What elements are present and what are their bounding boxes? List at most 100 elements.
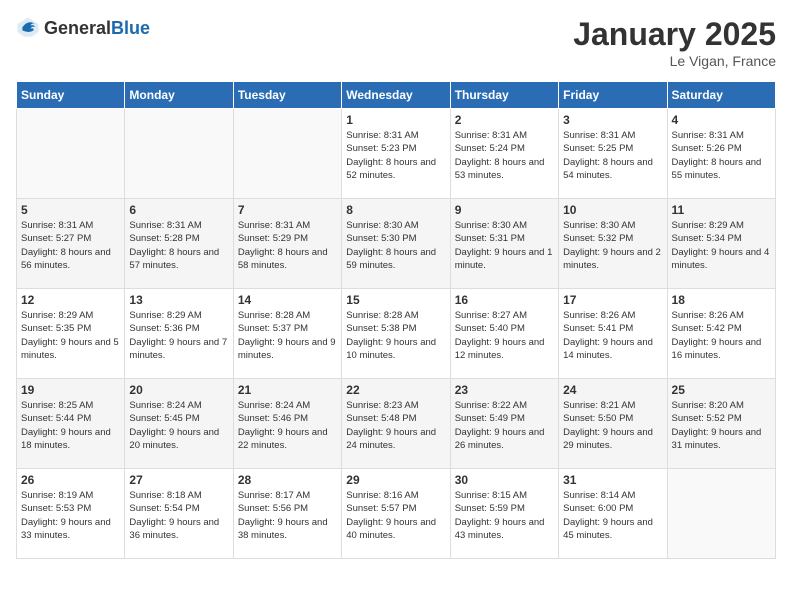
- calendar-cell: 24Sunrise: 8:21 AM Sunset: 5:50 PM Dayli…: [559, 379, 667, 469]
- calendar-cell: 9Sunrise: 8:30 AM Sunset: 5:31 PM Daylig…: [450, 199, 558, 289]
- calendar-cell: 4 Sunrise: 8:31 AM Sunset: 5:26 PM Daylig…: [667, 109, 775, 199]
- day-number: 8: [346, 203, 445, 217]
- calendar-table: SundayMondayTuesdayWednesdayThursdayFrid…: [16, 81, 776, 559]
- logo: GeneralBlue: [16, 16, 150, 40]
- day-number: 11: [672, 203, 771, 217]
- calendar-cell: 14 Sunrise: 8:28 AM Sunset: 5:37 PM Dayli…: [233, 289, 341, 379]
- day-number: 17: [563, 293, 662, 307]
- day-info: Sunrise: 8:19 AM Sunset: 5:53 PM Dayligh…: [21, 489, 120, 542]
- day-info: Sunrise: 8:17 AM Sunset: 5:56 PM Dayligh…: [238, 489, 337, 542]
- calendar-cell: 16 Sunrise: 8:27 AM Sunset: 5:40 PM Dayli…: [450, 289, 558, 379]
- day-number: 16: [455, 293, 554, 307]
- calendar-cell: [667, 469, 775, 559]
- calendar-cell: 2Sunrise: 8:31 AM Sunset: 5:24 PM Daylig…: [450, 109, 558, 199]
- day-number: 7: [238, 203, 337, 217]
- day-info: Sunrise: 8:18 AM Sunset: 5:54 PM Dayligh…: [129, 489, 228, 542]
- day-number: 19: [21, 383, 120, 397]
- day-number: 10: [563, 203, 662, 217]
- logo-general-text: General: [44, 18, 111, 38]
- day-number: 22: [346, 383, 445, 397]
- day-header: Monday: [125, 82, 233, 109]
- calendar-cell: 23 Sunrise: 8:22 AM Sunset: 5:49 PM Dayli…: [450, 379, 558, 469]
- day-number: 20: [129, 383, 228, 397]
- day-number: 30: [455, 473, 554, 487]
- calendar-cell: 3 Sunrise: 8:31 AM Sunset: 5:25 PM Daylig…: [559, 109, 667, 199]
- calendar-title: January 2025: [573, 16, 776, 53]
- day-number: 9: [455, 203, 554, 217]
- day-number: 29: [346, 473, 445, 487]
- day-header: Saturday: [667, 82, 775, 109]
- day-info: Sunrise: 8:16 AM Sunset: 5:57 PM Dayligh…: [346, 489, 445, 542]
- day-number: 25: [672, 383, 771, 397]
- day-info: Sunrise: 8:30 AM Sunset: 5:30 PM Dayligh…: [346, 219, 445, 272]
- day-info: Sunrise: 8:28 AM Sunset: 5:37 PM Dayligh…: [238, 309, 337, 362]
- day-info: Sunrise: 8:30 AM Sunset: 5:32 PM Dayligh…: [563, 219, 662, 272]
- calendar-cell: 13 Sunrise: 8:29 AM Sunset: 5:36 PM Dayli…: [125, 289, 233, 379]
- day-number: 15: [346, 293, 445, 307]
- day-info: Sunrise: 8:31 AM Sunset: 5:27 PM Dayligh…: [21, 219, 120, 272]
- day-number: 21: [238, 383, 337, 397]
- calendar-cell: 10 Sunrise: 8:30 AM Sunset: 5:32 PM Dayli…: [559, 199, 667, 289]
- calendar-cell: 12Sunrise: 8:29 AM Sunset: 5:35 PM Dayli…: [17, 289, 125, 379]
- day-info: Sunrise: 8:15 AM Sunset: 5:59 PM Dayligh…: [455, 489, 554, 542]
- day-info: Sunrise: 8:31 AM Sunset: 5:29 PM Dayligh…: [238, 219, 337, 272]
- calendar-cell: 27Sunrise: 8:18 AM Sunset: 5:54 PM Dayli…: [125, 469, 233, 559]
- day-number: 5: [21, 203, 120, 217]
- calendar-cell: 28 Sunrise: 8:17 AM Sunset: 5:56 PM Dayli…: [233, 469, 341, 559]
- day-info: Sunrise: 8:26 AM Sunset: 5:42 PM Dayligh…: [672, 309, 771, 362]
- day-number: 18: [672, 293, 771, 307]
- day-number: 3: [563, 113, 662, 127]
- day-info: Sunrise: 8:25 AM Sunset: 5:44 PM Dayligh…: [21, 399, 120, 452]
- calendar-cell: [17, 109, 125, 199]
- calendar-week-row: 19 Sunrise: 8:25 AM Sunset: 5:44 PM Dayli…: [17, 379, 776, 469]
- day-number: 1: [346, 113, 445, 127]
- day-number: 6: [129, 203, 228, 217]
- calendar-week-row: 12Sunrise: 8:29 AM Sunset: 5:35 PM Dayli…: [17, 289, 776, 379]
- day-info: Sunrise: 8:29 AM Sunset: 5:36 PM Dayligh…: [129, 309, 228, 362]
- day-info: Sunrise: 8:29 AM Sunset: 5:34 PM Dayligh…: [672, 219, 771, 272]
- calendar-cell: 5 Sunrise: 8:31 AM Sunset: 5:27 PM Daylig…: [17, 199, 125, 289]
- calendar-cell: 6 Sunrise: 8:31 AM Sunset: 5:28 PM Daylig…: [125, 199, 233, 289]
- calendar-cell: 30 Sunrise: 8:15 AM Sunset: 5:59 PM Dayli…: [450, 469, 558, 559]
- calendar-cell: 31 Sunrise: 8:14 AM Sunset: 6:00 PM Dayli…: [559, 469, 667, 559]
- calendar-cell: 17 Sunrise: 8:26 AM Sunset: 5:41 PM Dayli…: [559, 289, 667, 379]
- calendar-cell: 20Sunrise: 8:24 AM Sunset: 5:45 PM Dayli…: [125, 379, 233, 469]
- day-info: Sunrise: 8:31 AM Sunset: 5:25 PM Dayligh…: [563, 129, 662, 182]
- title-block: January 2025 Le Vigan, France: [573, 16, 776, 69]
- calendar-cell: 1 Sunrise: 8:31 AM Sunset: 5:23 PM Daylig…: [342, 109, 450, 199]
- calendar-cell: 19 Sunrise: 8:25 AM Sunset: 5:44 PM Dayli…: [17, 379, 125, 469]
- day-number: 23: [455, 383, 554, 397]
- day-info: Sunrise: 8:14 AM Sunset: 6:00 PM Dayligh…: [563, 489, 662, 542]
- calendar-cell: 18 Sunrise: 8:26 AM Sunset: 5:42 PM Dayli…: [667, 289, 775, 379]
- calendar-cell: 11 Sunrise: 8:29 AM Sunset: 5:34 PM Dayli…: [667, 199, 775, 289]
- calendar-cell: 21 Sunrise: 8:24 AM Sunset: 5:46 PM Dayli…: [233, 379, 341, 469]
- day-number: 24: [563, 383, 662, 397]
- day-info: Sunrise: 8:23 AM Sunset: 5:48 PM Dayligh…: [346, 399, 445, 452]
- day-header: Wednesday: [342, 82, 450, 109]
- calendar-subtitle: Le Vigan, France: [573, 53, 776, 69]
- day-info: Sunrise: 8:24 AM Sunset: 5:46 PM Dayligh…: [238, 399, 337, 452]
- calendar-body: 1 Sunrise: 8:31 AM Sunset: 5:23 PM Daylig…: [17, 109, 776, 559]
- day-info: Sunrise: 8:31 AM Sunset: 5:26 PM Dayligh…: [672, 129, 771, 182]
- page-header: GeneralBlue January 2025 Le Vigan, Franc…: [16, 16, 776, 69]
- calendar-week-row: 1 Sunrise: 8:31 AM Sunset: 5:23 PM Daylig…: [17, 109, 776, 199]
- day-number: 14: [238, 293, 337, 307]
- calendar-cell: [125, 109, 233, 199]
- day-info: Sunrise: 8:22 AM Sunset: 5:49 PM Dayligh…: [455, 399, 554, 452]
- day-number: 4: [672, 113, 771, 127]
- day-number: 13: [129, 293, 228, 307]
- calendar-cell: [233, 109, 341, 199]
- calendar-week-row: 5 Sunrise: 8:31 AM Sunset: 5:27 PM Daylig…: [17, 199, 776, 289]
- day-info: Sunrise: 8:27 AM Sunset: 5:40 PM Dayligh…: [455, 309, 554, 362]
- day-info: Sunrise: 8:31 AM Sunset: 5:28 PM Dayligh…: [129, 219, 228, 272]
- day-number: 28: [238, 473, 337, 487]
- calendar-cell: 29 Sunrise: 8:16 AM Sunset: 5:57 PM Dayli…: [342, 469, 450, 559]
- logo-blue-text: Blue: [111, 18, 150, 38]
- day-info: Sunrise: 8:26 AM Sunset: 5:41 PM Dayligh…: [563, 309, 662, 362]
- day-number: 31: [563, 473, 662, 487]
- day-header: Friday: [559, 82, 667, 109]
- calendar-header-row: SundayMondayTuesdayWednesdayThursdayFrid…: [17, 82, 776, 109]
- day-info: Sunrise: 8:29 AM Sunset: 5:35 PM Dayligh…: [21, 309, 120, 362]
- day-info: Sunrise: 8:31 AM Sunset: 5:23 PM Dayligh…: [346, 129, 445, 182]
- day-info: Sunrise: 8:31 AM Sunset: 5:24 PM Dayligh…: [455, 129, 554, 182]
